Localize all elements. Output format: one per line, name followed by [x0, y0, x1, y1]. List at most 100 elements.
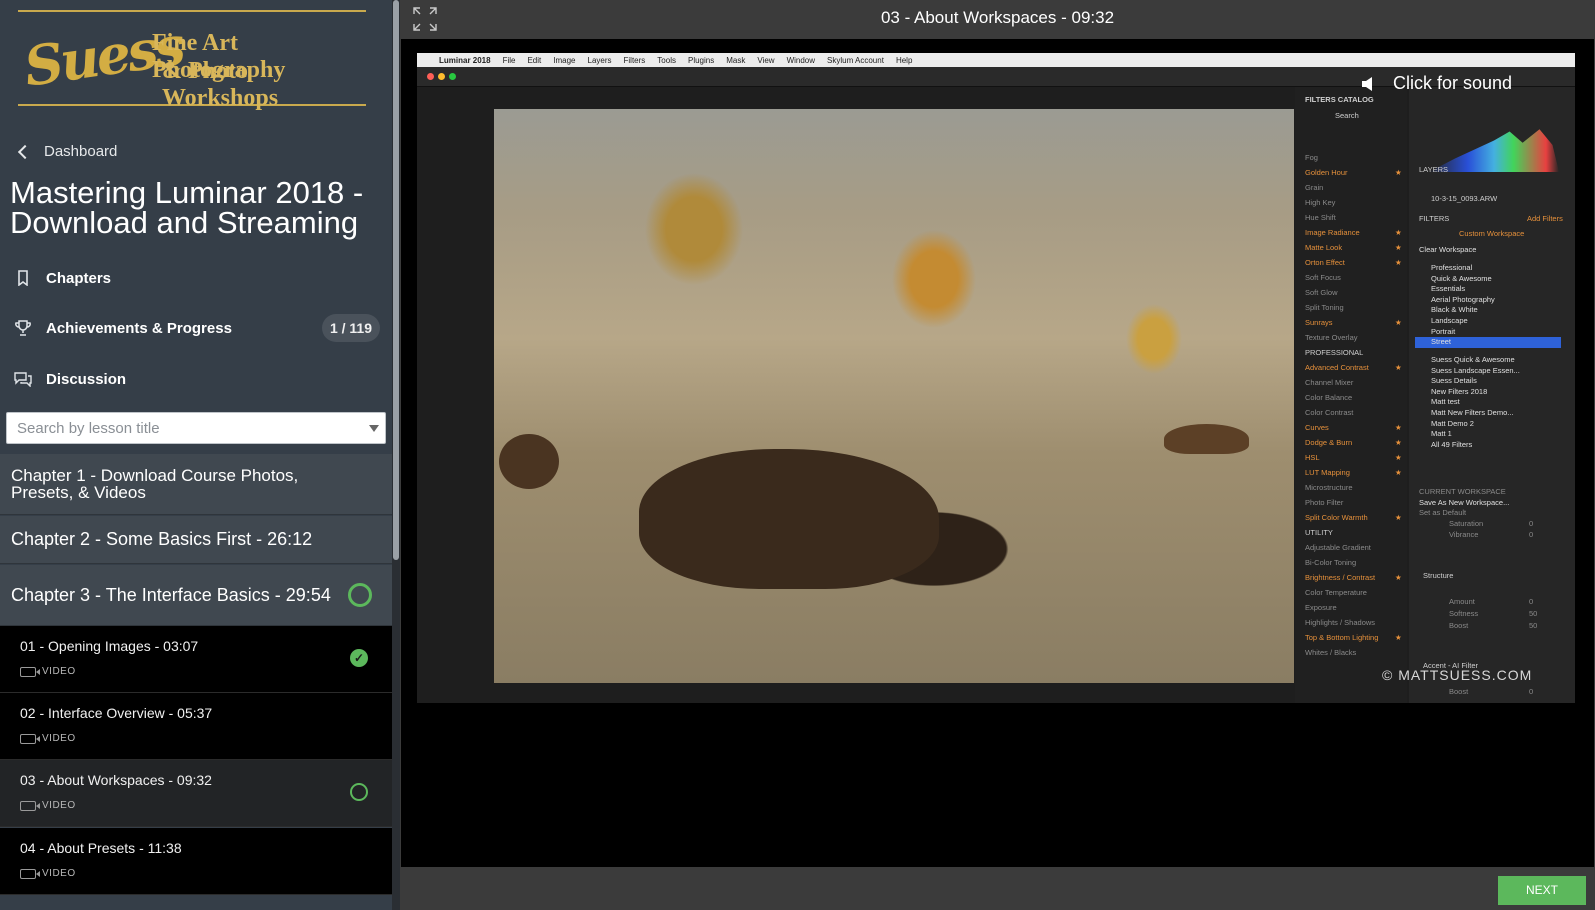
bison-shape [639, 449, 939, 589]
nav-chapters-label: Chapters [46, 269, 112, 287]
video-camera-icon [20, 868, 40, 879]
lesson-type: VIDEO [20, 733, 76, 744]
speaker-icon [1362, 76, 1372, 91]
filter-item: Split Toning [1305, 303, 1344, 312]
lesson-type: VIDEO [20, 800, 76, 811]
workspace-item: Street [1431, 337, 1452, 347]
filter-item: Golden Hour [1305, 168, 1348, 177]
dashboard-label: Dashboard [44, 143, 118, 160]
star-icon: ★ [1395, 438, 1402, 447]
scrollbar-thumb[interactable] [393, 0, 399, 560]
bison-shape [1164, 424, 1249, 454]
chapter-2[interactable]: Chapter 2 - Some Basics First - 26:12 [0, 516, 392, 564]
lesson-search[interactable] [6, 412, 386, 444]
workspace-item: Landscape [1431, 316, 1468, 325]
filters-title: FILTERS [1419, 214, 1450, 223]
chapter-2-label: Chapter 2 - Some Basics First - 26:12 [11, 529, 313, 549]
slider-label: Amount [1449, 597, 1475, 606]
slider-value: 0 [1529, 519, 1534, 528]
next-lesson-button[interactable]: NEXT [1498, 876, 1586, 905]
custom-workspace-item: Matt New Filters Demo... [1431, 408, 1514, 417]
star-icon: ★ [1395, 573, 1402, 582]
lesson-search-input[interactable] [7, 413, 347, 443]
site-logo[interactable]: Suess Fine Art Photography & Photo Works… [18, 10, 366, 111]
lesson-type: VIDEO [20, 868, 76, 879]
filter-item: Advanced Contrast [1305, 363, 1369, 372]
add-filters: Add Filters [1527, 214, 1563, 223]
nav-chapters[interactable]: Chapters [0, 256, 392, 300]
lesson-item-current[interactable]: 03 - About Workspaces - 09:32 VIDEO [0, 760, 392, 827]
clear-workspace: Clear Workspace [1419, 245, 1477, 254]
chapter-1[interactable]: Chapter 1 - Download Course Photos, Pres… [0, 454, 392, 515]
filter-item: Texture Overlay [1305, 333, 1358, 342]
lesson-item[interactable]: 01 - Opening Images - 03:07 VIDEO ✓ [0, 626, 392, 693]
menu-item: Help [895, 55, 913, 65]
star-icon: ★ [1395, 513, 1402, 522]
custom-workspace-item: Suess Quick & Awesome [1431, 355, 1515, 364]
star-icon: ★ [1395, 243, 1402, 252]
filter-item: Channel Mixer [1305, 378, 1354, 387]
set-default: Set as Default [1419, 508, 1467, 517]
star-icon: ★ [1395, 258, 1402, 267]
menu-item: Filters [623, 55, 646, 65]
lesson-title: 04 - About Presets - 11:38 [20, 840, 182, 856]
chat-icon [0, 371, 46, 387]
star-icon: ★ [1395, 453, 1402, 462]
menu-item: Edit [527, 55, 542, 65]
filter-item: Whites / Blacks [1305, 648, 1357, 657]
menu-item: Tools [657, 55, 676, 65]
custom-workspace-item: Suess Details [1431, 376, 1477, 386]
trophy-icon [0, 320, 46, 336]
filter-item: Orton Effect [1305, 258, 1345, 267]
save-workspace: Save As New Workspace... [1419, 498, 1510, 507]
chevron-left-icon [17, 144, 33, 159]
structure-title: Structure [1423, 571, 1454, 580]
lesson-item[interactable]: 04 - About Presets - 11:38 VIDEO [0, 828, 392, 895]
dropdown-arrow-icon[interactable] [369, 425, 379, 432]
nav-achievements[interactable]: Achievements & Progress 1 / 119 [0, 306, 392, 350]
filter-item: Color Temperature [1305, 588, 1367, 597]
menu-item: Plugins [687, 55, 715, 65]
filters-search: Search [1335, 111, 1359, 120]
slider-value: 0 [1529, 530, 1534, 539]
slider-value: 50 [1529, 609, 1538, 618]
back-to-dashboard-link[interactable]: Dashboard [16, 143, 117, 160]
filter-section-header: UTILITY [1305, 528, 1333, 537]
filter-item: Dodge & Burn [1305, 438, 1353, 447]
mac-menubar: Luminar 2018 File Edit Image Layers Filt… [417, 53, 1575, 67]
nav-discussion[interactable]: Discussion [0, 357, 392, 401]
filters-catalog-title: FILTERS CATALOG [1305, 95, 1374, 104]
sidebar-scrollbar[interactable] [392, 0, 400, 910]
slider-label: Boost [1449, 621, 1469, 630]
progress-badge: 1 / 119 [321, 314, 380, 342]
course-sidebar: Suess Fine Art Photography & Photo Works… [0, 0, 392, 910]
filter-item: Matte Look [1305, 243, 1343, 252]
custom-workspace-item: New Filters 2018 [1431, 386, 1488, 396]
custom-workspace-item: Suess Landscape Essen... [1431, 365, 1520, 375]
filter-item: Soft Focus [1305, 273, 1341, 282]
unmute-button[interactable]: Click for sound [1361, 73, 1512, 94]
bookmark-icon [0, 270, 46, 286]
lesson-title: 03 - About Workspaces - 09:32 [20, 772, 212, 788]
unmute-label: Click for sound [1393, 73, 1513, 93]
filter-item: LUT Mapping [1305, 468, 1350, 477]
video-camera-icon [20, 800, 40, 811]
filter-item: HSL [1305, 453, 1320, 462]
workspace-item: Professional [1431, 263, 1473, 272]
video-frame: Luminar 2018 File Edit Image Layers Filt… [417, 53, 1575, 703]
lesson-type: VIDEO [20, 666, 76, 677]
workspace-item: Portrait [1431, 326, 1456, 336]
lesson-item[interactable]: 02 - Interface Overview - 05:37 VIDEO [0, 693, 392, 760]
filter-section-header: PROFESSIONAL [1305, 348, 1364, 357]
filter-item: Fog [1305, 153, 1318, 162]
slider-label: Softness [1449, 609, 1479, 618]
layers-title: LAYERS [1419, 165, 1449, 174]
star-icon: ★ [1395, 633, 1402, 642]
slider-value: 0 [1529, 597, 1534, 606]
custom-workspace-item: Matt 1 [1431, 429, 1452, 439]
video-player[interactable]: Luminar 2018 File Edit Image Layers Filt… [401, 39, 1594, 867]
video-camera-icon [20, 733, 40, 744]
chapter-3[interactable]: Chapter 3 - The Interface Basics - 29:54 [0, 565, 392, 626]
menu-item: Layers [587, 55, 612, 65]
in-progress-ring-icon [350, 783, 368, 801]
